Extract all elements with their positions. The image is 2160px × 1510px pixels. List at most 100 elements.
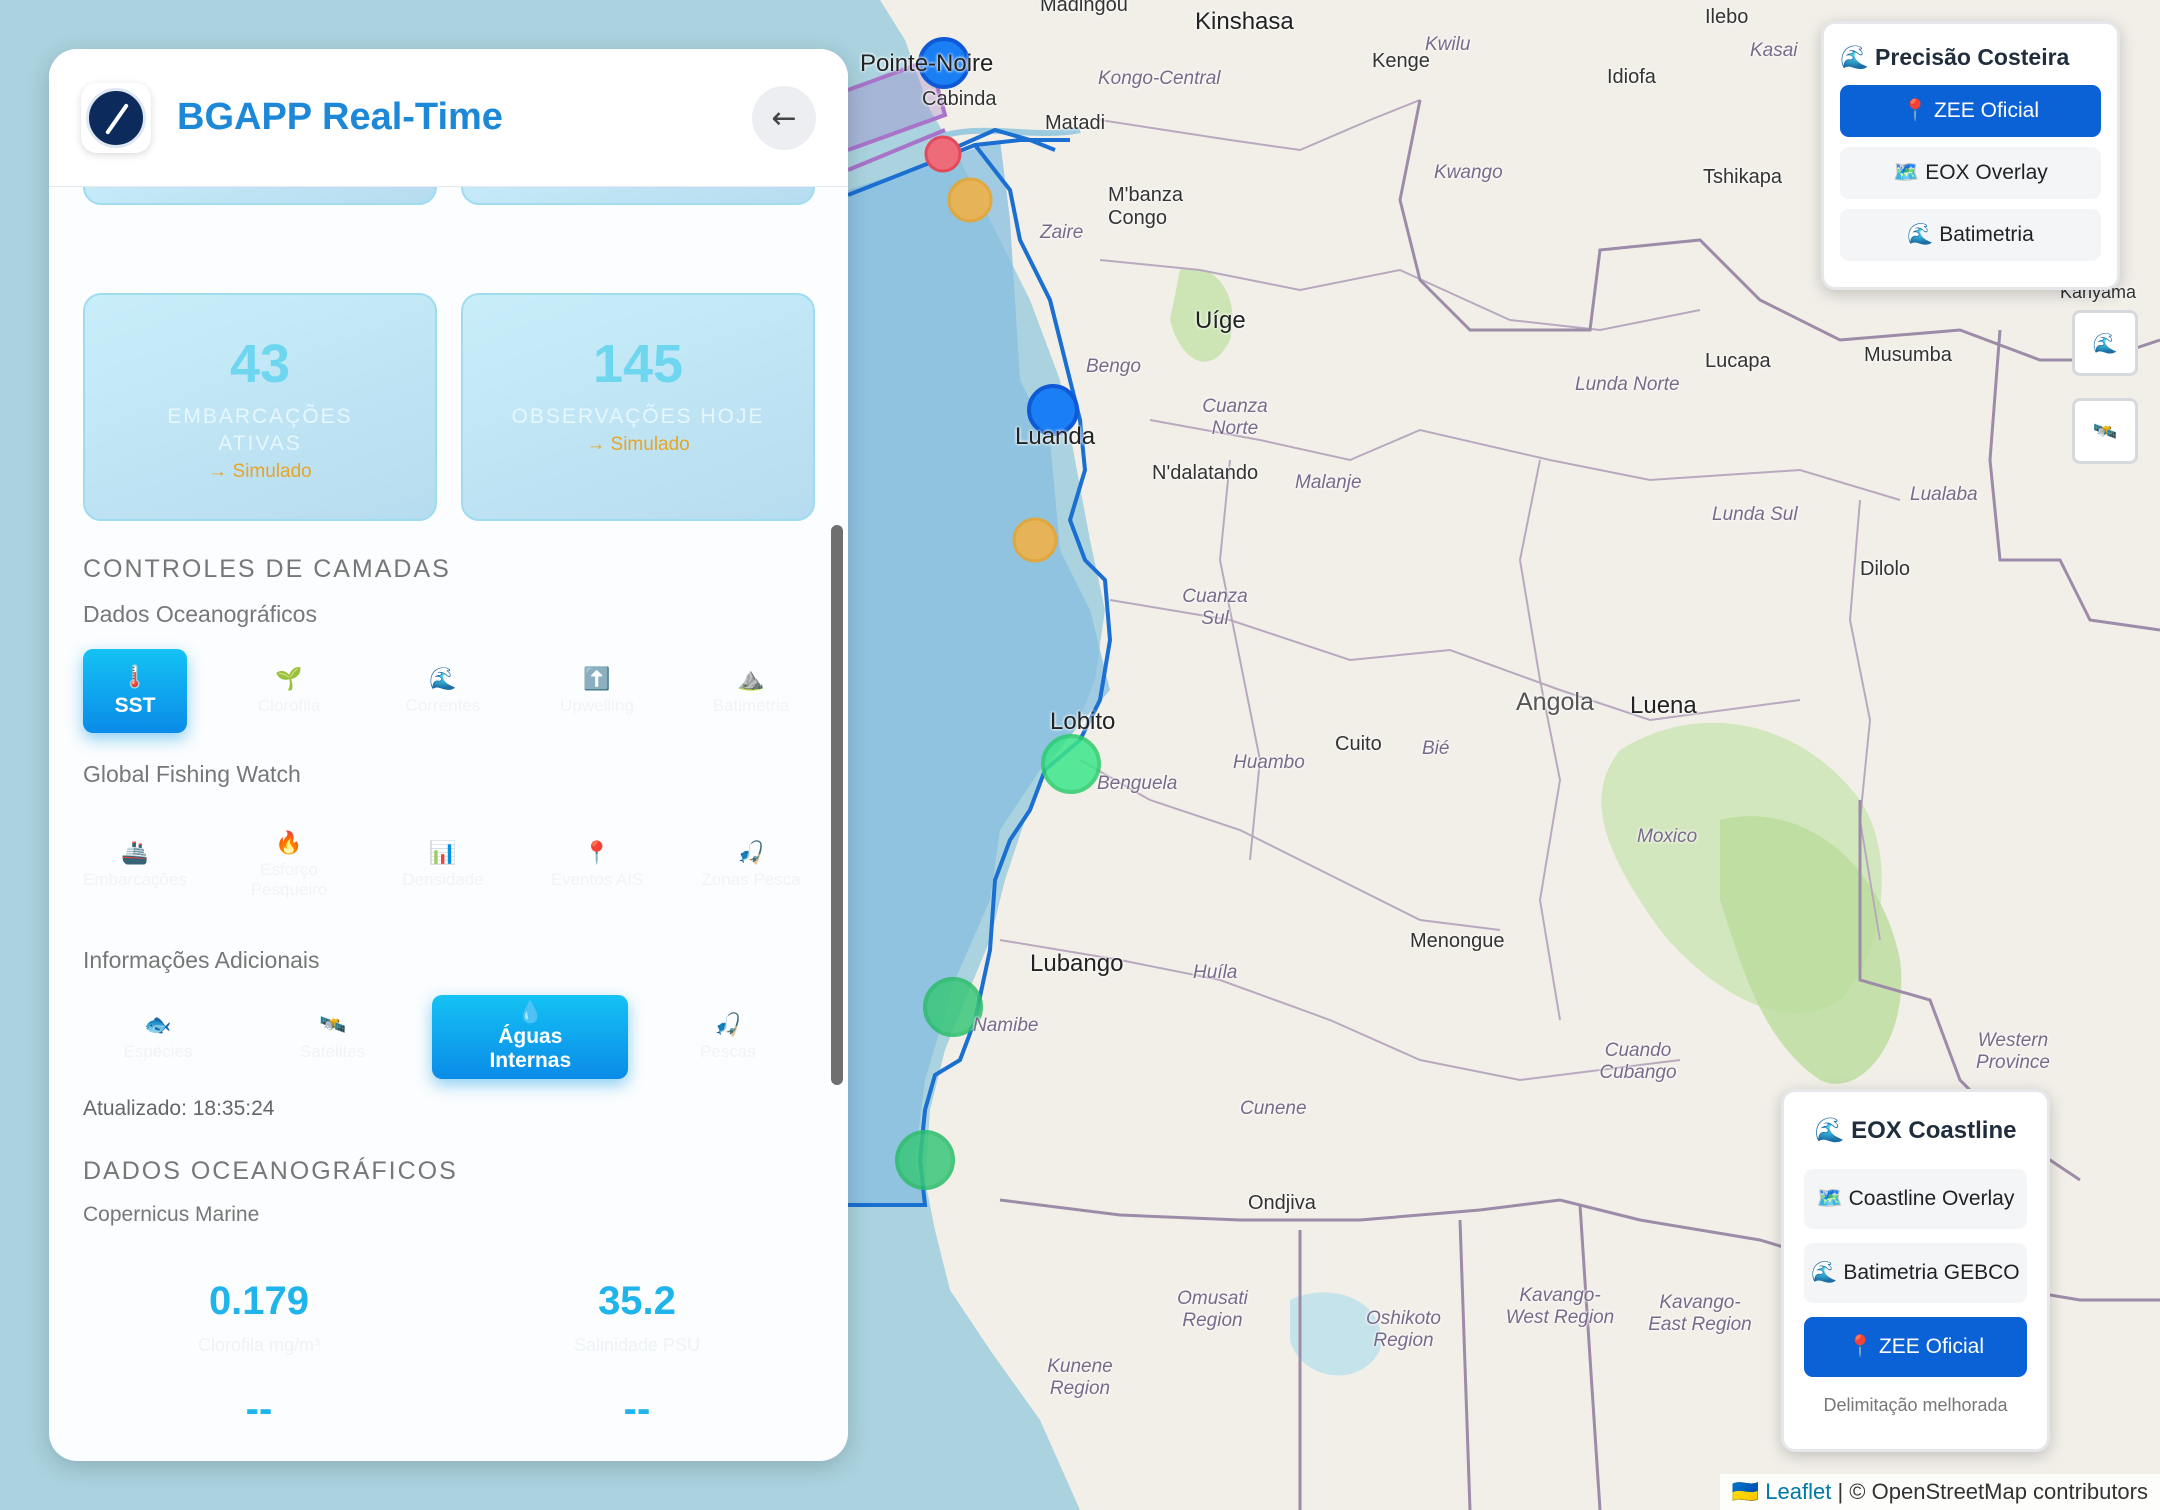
wave-icon: 🌊 bbox=[429, 666, 457, 691]
leaflet-link[interactable]: Leaflet bbox=[1765, 1479, 1831, 1505]
place-label: Kavango-East Region bbox=[1648, 1292, 1752, 1335]
place-label: Kenge bbox=[1372, 50, 1430, 72]
place-label: Zaire bbox=[1040, 222, 1084, 243]
oceanographic-buttons: 🌡️ SST 🌱 Clorofila 🌊 Correntes ⬆️ Upwelling … bbox=[83, 649, 803, 733]
place-label: Benguela bbox=[1097, 773, 1178, 794]
layers-section-title: CONTROLES DE CAMADAS bbox=[83, 555, 451, 583]
droplet-icon: 💧 bbox=[517, 1001, 544, 1024]
ukraine-flag-icon: 🇺🇦 bbox=[1731, 1479, 1760, 1504]
place-label: Luena bbox=[1630, 692, 1697, 719]
layer-button-fishing-zones[interactable]: 🎣 Zonas Pesca bbox=[699, 815, 803, 915]
place-label: Lunda Norte bbox=[1575, 374, 1680, 395]
bar-chart-icon: 📊 bbox=[429, 840, 457, 865]
fish-icon: 🐟 bbox=[144, 1012, 172, 1037]
fishing-rod-icon: 🎣 bbox=[714, 1012, 742, 1037]
place-label: Malanje bbox=[1295, 472, 1362, 493]
place-label: Moxico bbox=[1637, 826, 1698, 847]
compass-icon bbox=[86, 87, 146, 148]
place-label: Uíge bbox=[1195, 307, 1246, 334]
layer-button-sst[interactable]: 🌡️ SST bbox=[83, 649, 187, 733]
place-label: Kwango bbox=[1434, 162, 1503, 183]
stat-label: EMBARCAÇÕES ATIVAS bbox=[167, 405, 353, 455]
zee-official-button[interactable]: 📍 ZEE Oficial bbox=[1804, 1317, 2027, 1377]
layer-button-fishing-effort[interactable]: 🔥 Esforço Pesqueiro bbox=[237, 815, 341, 915]
layer-button-inland-waters[interactable]: 💧 Águas Internas bbox=[432, 995, 629, 1079]
map-attribution: 🇺🇦 Leaflet | © OpenStreetMap contributor… bbox=[1719, 1474, 2160, 1510]
salinity-label: Salinidade PSU bbox=[573, 1335, 701, 1355]
layer-button-species[interactable]: 🐟 Espécies bbox=[83, 995, 233, 1079]
satellite-layer-toggle[interactable]: 🛰️ bbox=[2072, 398, 2138, 464]
pin-icon: 📍 bbox=[583, 840, 611, 865]
place-label: Kavango-West Region bbox=[1505, 1285, 1615, 1328]
additional-subtitle: Informações Adicionais bbox=[83, 947, 320, 973]
osm-attribution: | © OpenStreetMap contributors bbox=[1837, 1479, 2148, 1504]
place-label: Ondjiva bbox=[1248, 1192, 1316, 1214]
arrow-up-icon: ⬆️ bbox=[583, 666, 611, 691]
gfw-subtitle: Global Fishing Watch bbox=[83, 761, 301, 787]
bathymetry-button[interactable]: 🌊 Batimetria bbox=[1840, 209, 2101, 261]
ocean-source: Copernicus Marine bbox=[83, 1203, 260, 1226]
salinity-value: 35.2 bbox=[598, 1279, 676, 1323]
place-label: Cuito bbox=[1335, 733, 1382, 755]
oceanographic-subtitle: Dados Oceanográficos bbox=[83, 601, 317, 627]
wave-icon: 🌊 bbox=[2092, 331, 2118, 355]
layer-button-currents[interactable]: 🌊 Correntes bbox=[391, 649, 495, 733]
station-marker-orange bbox=[1012, 517, 1058, 563]
panel-scrollbar[interactable] bbox=[831, 525, 843, 1085]
stat-card-partial bbox=[461, 187, 815, 205]
ocean-section-title: DADOS OCEANOGRÁFICOS bbox=[83, 1157, 458, 1185]
stat-card-partial bbox=[83, 187, 437, 205]
place-label: Cuanza Sul bbox=[1182, 586, 1248, 629]
eox-coastline-control: 🌊 EOX Coastline 🗺️ Coastline Overlay 🌊 B… bbox=[1781, 1089, 2050, 1452]
stat-value: 145 bbox=[592, 334, 684, 394]
station-marker-green bbox=[1041, 734, 1101, 794]
place-label: Kongo-Central bbox=[1098, 68, 1221, 89]
panel-body[interactable]: 43 EMBARCAÇÕES ATIVAS → Simulado 145 OBS… bbox=[49, 187, 848, 1461]
app-title: BGAPP Real-Time bbox=[177, 96, 503, 138]
place-label: Oshikoto Region bbox=[1366, 1308, 1441, 1351]
coastal-control-title: 🌊 Precisão Costeira bbox=[1840, 44, 2070, 70]
layer-button-density[interactable]: 📊 Densidade bbox=[391, 815, 495, 915]
layer-button-fisheries[interactable]: 🎣 Pescas bbox=[653, 995, 803, 1079]
layer-button-upwelling[interactable]: ⬆️ Upwelling bbox=[545, 649, 649, 733]
layer-button-satellites[interactable]: 🛰️ Satélites bbox=[258, 995, 408, 1079]
place-label: Lunda Sul bbox=[1712, 504, 1798, 525]
place-label: Matadi bbox=[1045, 112, 1106, 134]
place-label: Cuanza Norte bbox=[1202, 396, 1268, 439]
place-label: Lubango bbox=[1030, 950, 1124, 977]
bathymetry-gebco-button[interactable]: 🌊 Batimetria GEBCO bbox=[1804, 1243, 2027, 1303]
place-label: Namibe bbox=[973, 1015, 1039, 1036]
side-panel: BGAPP Real-Time ← 43 EMBARCAÇÕES ATIVAS … bbox=[49, 49, 848, 1461]
eox-control-title: 🌊 EOX Coastline bbox=[1814, 1117, 2017, 1144]
eox-overlay-button[interactable]: 🗺️ EOX Overlay bbox=[1840, 147, 2101, 199]
stat-note: → Simulado bbox=[586, 434, 690, 455]
back-button[interactable]: ← bbox=[752, 86, 816, 150]
eox-control-footer: Delimitação melhorada bbox=[1823, 1395, 2008, 1415]
ship-icon: 🚢 bbox=[121, 840, 149, 865]
place-label: N'dalatando bbox=[1152, 462, 1259, 484]
fire-icon: 🔥 bbox=[275, 830, 303, 855]
layer-button-chlorophyll[interactable]: 🌱 Clorofila bbox=[237, 649, 341, 733]
place-label: Luanda bbox=[1015, 423, 1096, 450]
place-label: Lucapa bbox=[1705, 350, 1771, 372]
place-label: Menongue bbox=[1410, 930, 1505, 952]
layer-button-vessels[interactable]: 🚢 Embarcações bbox=[83, 815, 187, 915]
place-label: Cuando Cubango bbox=[1599, 1040, 1677, 1083]
place-label: Kinshasa bbox=[1195, 8, 1294, 35]
place-label: Cunene bbox=[1240, 1098, 1307, 1119]
zee-official-button[interactable]: 📍 ZEE Oficial bbox=[1840, 85, 2101, 137]
layer-button-bathymetry[interactable]: ⛰️ Batimetria bbox=[699, 649, 803, 733]
seedling-icon: 🌱 bbox=[275, 666, 303, 691]
satellite-icon: 🛰️ bbox=[318, 1012, 347, 1037]
chlorophyll-value: 0.179 bbox=[208, 1279, 310, 1323]
place-label: Musumba bbox=[1864, 344, 1952, 366]
thermometer-icon: 🌡️ bbox=[121, 664, 149, 689]
coastline-overlay-button[interactable]: 🗺️ Coastline Overlay bbox=[1804, 1169, 2027, 1229]
layer-button-ais-events[interactable]: 📍 Eventos AIS bbox=[545, 815, 649, 915]
last-updated: Atualizado: 18:35:24 bbox=[83, 1097, 275, 1120]
stat-label: OBSERVAÇÕES HOJE bbox=[511, 405, 765, 428]
app-logo bbox=[81, 82, 151, 153]
wave-layer-toggle[interactable]: 🌊 bbox=[2072, 310, 2138, 376]
station-marker-green bbox=[895, 1130, 955, 1190]
place-label: Bengo bbox=[1086, 356, 1141, 377]
